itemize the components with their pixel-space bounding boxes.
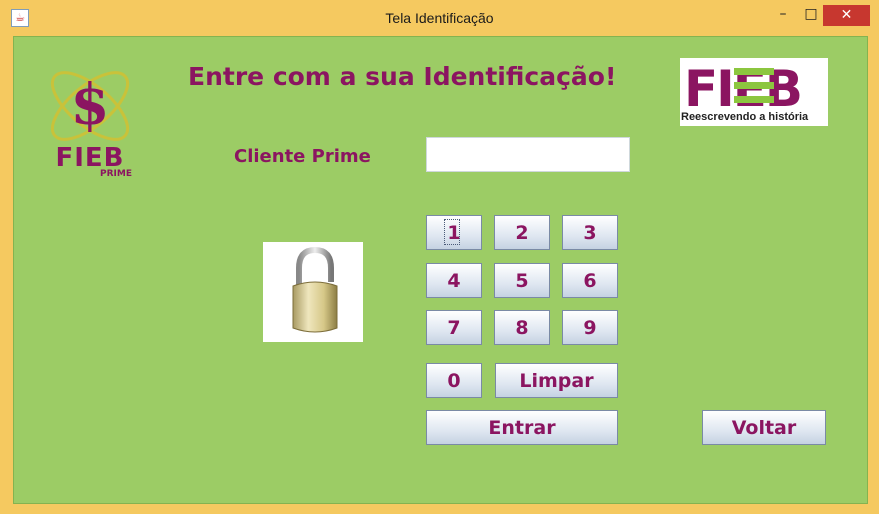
key-6-button[interactable]: 6 [562, 263, 618, 298]
key-9-button[interactable]: 9 [562, 310, 618, 345]
back-button[interactable]: Voltar [702, 410, 826, 445]
clear-button[interactable]: Limpar [495, 363, 618, 398]
focus-indicator [444, 219, 460, 245]
key-7-button[interactable]: 7 [426, 310, 482, 345]
key-0-button[interactable]: 0 [426, 363, 482, 398]
page-heading: Entre com a sua Identificação! [188, 62, 617, 91]
close-button[interactable]: ✕ [823, 5, 870, 26]
maximize-button[interactable]: □ [798, 4, 824, 26]
key-8-button[interactable]: 8 [494, 310, 550, 345]
title-bar[interactable]: ☕ Tela Identificação – □ ✕ [0, 0, 879, 36]
key-5-button[interactable]: 5 [494, 263, 550, 298]
key-2-button[interactable]: 2 [494, 215, 550, 250]
app-window: ☕ Tela Identificação – □ ✕ $ FIEB PRIME … [0, 0, 879, 514]
key-3-button[interactable]: 3 [562, 215, 618, 250]
cliente-prime-label: Cliente Prime [234, 146, 371, 167]
cliente-prime-input[interactable] [426, 137, 630, 172]
fieb-prime-logo: $ FIEB PRIME [38, 66, 144, 180]
fieb-logo-caption: Reescrevendo a história [681, 111, 809, 123]
padlock-icon [263, 242, 363, 342]
key-4-button[interactable]: 4 [426, 263, 482, 298]
svg-text:$: $ [71, 72, 110, 138]
minimize-button[interactable]: – [770, 4, 796, 26]
left-logo-sub: PRIME [100, 169, 132, 179]
window-title: Tela Identificação [385, 10, 494, 26]
enter-button[interactable]: Entrar [426, 410, 618, 445]
